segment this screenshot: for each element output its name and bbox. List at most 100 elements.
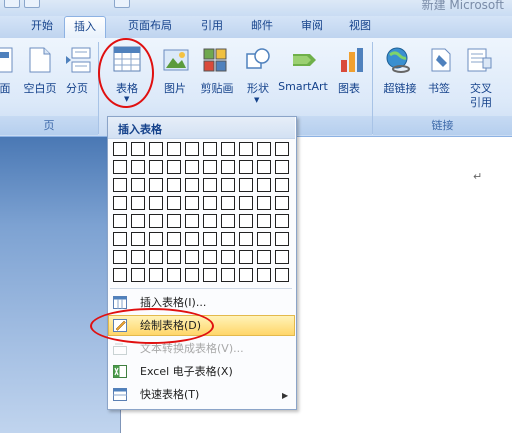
chart-button[interactable]: 图表: [334, 80, 364, 96]
picture-button[interactable]: 图片: [160, 80, 190, 96]
grid-cell[interactable]: [185, 178, 199, 192]
grid-cell[interactable]: [113, 268, 127, 282]
hyperlink-icon[interactable]: [384, 46, 412, 74]
grid-cell[interactable]: [113, 214, 127, 228]
grid-cell[interactable]: [203, 232, 217, 246]
grid-cell[interactable]: [131, 196, 145, 210]
quick-tables-menu-item[interactable]: [108, 384, 295, 405]
grid-cell[interactable]: [185, 160, 199, 174]
grid-cell[interactable]: [203, 178, 217, 192]
cross-reference-icon[interactable]: [465, 46, 493, 74]
grid-cell[interactable]: [239, 232, 253, 246]
grid-cell[interactable]: [257, 268, 271, 282]
page-break-button[interactable]: 分页: [62, 80, 92, 96]
grid-cell[interactable]: [221, 160, 235, 174]
grid-cell[interactable]: [149, 196, 163, 210]
shapes-button[interactable]: 形状: [242, 80, 274, 96]
grid-cell[interactable]: [203, 196, 217, 210]
smartart-icon[interactable]: [290, 46, 318, 74]
chart-icon[interactable]: [338, 46, 366, 74]
grid-cell[interactable]: [113, 160, 127, 174]
tab-mailings[interactable]: 邮件: [244, 16, 280, 38]
grid-cell[interactable]: [275, 178, 289, 192]
blank-page-icon[interactable]: [26, 46, 54, 74]
grid-cell[interactable]: [221, 250, 235, 264]
grid-cell[interactable]: [257, 142, 271, 156]
grid-cell[interactable]: [239, 250, 253, 264]
grid-cell[interactable]: [167, 232, 181, 246]
tab-home[interactable]: 开始: [24, 16, 60, 38]
grid-cell[interactable]: [239, 214, 253, 228]
grid-cell[interactable]: [149, 250, 163, 264]
tab-insert[interactable]: 插入: [64, 16, 106, 39]
grid-cell[interactable]: [149, 232, 163, 246]
grid-cell[interactable]: [131, 160, 145, 174]
grid-cell[interactable]: [239, 268, 253, 282]
save-icon[interactable]: [24, 0, 40, 8]
grid-cell[interactable]: [221, 268, 235, 282]
grid-cell[interactable]: [149, 214, 163, 228]
grid-cell[interactable]: [131, 250, 145, 264]
grid-cell[interactable]: [167, 268, 181, 282]
grid-cell[interactable]: [113, 250, 127, 264]
grid-cell[interactable]: [221, 232, 235, 246]
grid-cell[interactable]: [275, 214, 289, 228]
grid-cell[interactable]: [257, 232, 271, 246]
grid-cell[interactable]: [257, 196, 271, 210]
grid-cell[interactable]: [275, 196, 289, 210]
grid-cell[interactable]: [149, 178, 163, 192]
grid-cell[interactable]: [185, 142, 199, 156]
grid-cell[interactable]: [221, 142, 235, 156]
grid-cell[interactable]: [185, 268, 199, 282]
grid-cell[interactable]: [239, 142, 253, 156]
tab-view[interactable]: 视图: [342, 16, 378, 38]
grid-cell[interactable]: [221, 178, 235, 192]
grid-cell[interactable]: [185, 214, 199, 228]
picture-icon[interactable]: [162, 46, 190, 74]
grid-cell[interactable]: [239, 178, 253, 192]
grid-cell[interactable]: [149, 160, 163, 174]
grid-cell[interactable]: [167, 160, 181, 174]
grid-cell[interactable]: [203, 250, 217, 264]
grid-cell[interactable]: [275, 160, 289, 174]
grid-cell[interactable]: [275, 268, 289, 282]
grid-cell[interactable]: [185, 250, 199, 264]
bookmark-button[interactable]: 书签: [424, 80, 454, 96]
grid-cell[interactable]: [203, 160, 217, 174]
blank-page-button[interactable]: 空白页: [18, 80, 62, 96]
grid-cell[interactable]: [131, 142, 145, 156]
grid-cell[interactable]: [257, 178, 271, 192]
grid-cell[interactable]: [113, 232, 127, 246]
grid-cell[interactable]: [185, 196, 199, 210]
grid-cell[interactable]: [167, 196, 181, 210]
grid-cell[interactable]: [167, 142, 181, 156]
smartart-button[interactable]: SmartArt: [277, 80, 329, 93]
grid-cell[interactable]: [257, 160, 271, 174]
grid-cell[interactable]: [131, 232, 145, 246]
grid-cell[interactable]: [203, 214, 217, 228]
grid-cell[interactable]: [167, 250, 181, 264]
clipart-icon[interactable]: [201, 46, 229, 74]
grid-cell[interactable]: [239, 160, 253, 174]
grid-cell[interactable]: [131, 268, 145, 282]
grid-cell[interactable]: [275, 232, 289, 246]
grid-cell[interactable]: [275, 142, 289, 156]
hyperlink-button[interactable]: 超链接: [380, 80, 420, 96]
grid-cell[interactable]: [113, 196, 127, 210]
grid-cell[interactable]: [167, 214, 181, 228]
grid-cell[interactable]: [113, 142, 127, 156]
grid-cell[interactable]: [221, 196, 235, 210]
grid-cell[interactable]: [131, 214, 145, 228]
tab-review[interactable]: 审阅: [294, 16, 330, 38]
clipart-button[interactable]: 剪贴画: [197, 80, 237, 96]
grid-cell[interactable]: [275, 250, 289, 264]
tab-references[interactable]: 引用: [194, 16, 230, 38]
bookmark-icon[interactable]: [427, 46, 455, 74]
grid-cell[interactable]: [203, 142, 217, 156]
cover-page-button[interactable]: 面: [0, 80, 12, 96]
cross-reference-button-line2[interactable]: 引用: [466, 94, 496, 110]
grid-cell[interactable]: [149, 268, 163, 282]
page-break-icon[interactable]: [64, 46, 92, 74]
tab-page-layout[interactable]: 页面布局: [120, 16, 180, 38]
grid-cell[interactable]: [257, 214, 271, 228]
